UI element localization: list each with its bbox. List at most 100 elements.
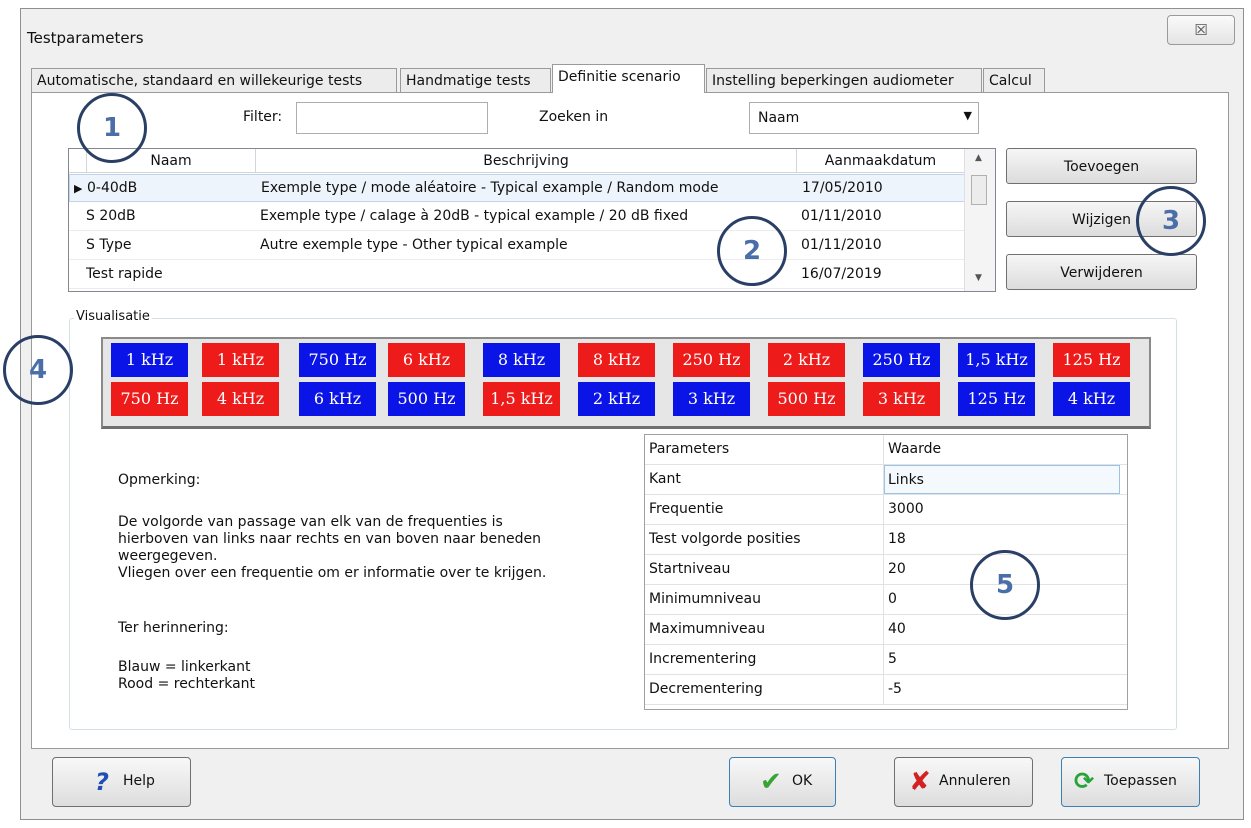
parameter-row[interactable]: Maximumniveau 40 — [645, 615, 1127, 645]
cancel-button[interactable]: ✘ Annuleren — [894, 757, 1033, 807]
note-line: Vliegen over een frequentie om er inform… — [118, 565, 547, 581]
parameter-name: Decrementering — [649, 675, 884, 704]
note-line: hierboven van links naar rechts en van b… — [118, 531, 541, 547]
frequency-cell[interactable]: 2 kHz — [768, 343, 845, 377]
frequency-cell[interactable]: 250 Hz — [673, 343, 750, 377]
row-date: 01/11/2010 — [801, 237, 882, 253]
frequency-cell[interactable]: 8 kHz — [483, 343, 560, 377]
frequency-cell[interactable]: 4 kHz — [1053, 382, 1130, 416]
frequency-cell[interactable]: 3 kHz — [863, 382, 940, 416]
frequency-cell[interactable]: 8 kHz — [578, 343, 655, 377]
frequency-cell[interactable]: 3 kHz — [673, 382, 750, 416]
table-row[interactable]: S 20dB Exemple type / calage à 20dB - ty… — [69, 203, 965, 231]
tab-automatic-tests[interactable]: Automatische, standaard en willekeurige … — [31, 68, 397, 92]
scroll-down-icon[interactable]: ▼ — [975, 273, 982, 283]
callout-marker: 1 — [77, 93, 147, 163]
frequency-cell[interactable]: 500 Hz — [768, 382, 845, 416]
row-pointer-icon: ▶ — [74, 182, 83, 195]
parameters-table: Parameters Waarde Kant Links Frequentie … — [644, 434, 1128, 710]
ok-button[interactable]: ✔ OK — [729, 757, 836, 807]
parameter-value[interactable]: 5 — [888, 645, 1124, 674]
help-label: Help — [123, 773, 155, 789]
cross-icon: ✘ — [909, 767, 931, 797]
frequency-cell[interactable]: 750 Hz — [299, 343, 376, 377]
parameter-row[interactable]: Minimumniveau 0 — [645, 585, 1127, 615]
parameter-row[interactable]: Incrementering 5 — [645, 645, 1127, 675]
parameters-header-name: Parameters — [649, 435, 884, 464]
row-description: Exemple type / mode aléatoire - Typical … — [261, 180, 719, 196]
frequency-cell[interactable]: 2 kHz — [578, 382, 655, 416]
parameter-name: Startniveau — [649, 555, 884, 584]
search-in-select[interactable]: Naam ▼ — [749, 102, 979, 134]
frequency-cell[interactable]: 4 kHz — [202, 382, 279, 416]
apply-button[interactable]: ⟳ Toepassen — [1061, 757, 1200, 807]
checkmark-icon: ✔ — [760, 767, 782, 797]
row-description: Autre exemple type - Other typical examp… — [260, 237, 568, 253]
scroll-up-icon[interactable]: ▲ — [975, 153, 982, 163]
parameter-row[interactable]: Decrementering -5 — [645, 675, 1127, 705]
row-date: 16/07/2019 — [801, 266, 882, 282]
close-icon: ☒ — [1194, 21, 1208, 39]
parameter-row[interactable]: Kant Links — [645, 465, 1127, 495]
frequency-cell[interactable]: 125 Hz — [958, 382, 1035, 416]
frequency-cell[interactable]: 1,5 kHz — [958, 343, 1035, 377]
callout-marker: 5 — [970, 550, 1040, 620]
table-row[interactable]: S Type Autre exemple type - Other typica… — [69, 232, 965, 260]
frequency-cell[interactable]: 125 Hz — [1053, 343, 1130, 377]
parameter-name: Frequentie — [649, 495, 884, 524]
parameters-header-value: Waarde — [888, 441, 942, 457]
frequency-cell[interactable]: 1 kHz — [202, 343, 279, 377]
parameter-row[interactable]: Frequentie 3000 — [645, 495, 1127, 525]
column-header-description[interactable]: Beschrijving — [256, 149, 797, 173]
tab-scenario-definition[interactable]: Definitie scenario — [552, 64, 705, 93]
window-title: Testparameters — [27, 29, 144, 47]
frequency-cell[interactable]: 6 kHz — [388, 343, 465, 377]
parameter-value[interactable]: Links — [884, 465, 1120, 494]
help-button[interactable]: ? Help — [52, 757, 191, 807]
search-in-label: Zoeken in — [539, 109, 609, 125]
parameter-row[interactable]: Test volgorde posities 18 — [645, 525, 1127, 555]
close-button[interactable]: ☒ — [1167, 15, 1235, 45]
frequency-cell[interactable]: 1,5 kHz — [483, 382, 560, 416]
row-name: Test rapide — [86, 266, 163, 282]
parameter-value[interactable]: -5 — [888, 675, 1124, 704]
chevron-down-icon: ▼ — [963, 109, 972, 122]
delete-button[interactable]: Verwijderen — [1006, 254, 1197, 290]
parameter-name: Kant — [649, 465, 884, 494]
callout-marker: 4 — [3, 335, 73, 405]
frequency-cell[interactable]: 500 Hz — [388, 382, 465, 416]
frequency-cell[interactable]: 750 Hz — [111, 382, 188, 416]
cancel-label: Annuleren — [939, 773, 1011, 789]
ok-label: OK — [792, 773, 813, 789]
row-name: S Type — [86, 237, 132, 253]
search-in-value: Naam — [758, 110, 800, 126]
filter-label: Filter: — [243, 109, 283, 125]
apply-label: Toepassen — [1104, 773, 1177, 789]
note-line: weergegeven. — [118, 548, 218, 564]
reminder-heading: Ter herinnering: — [118, 620, 229, 636]
tab-calcul[interactable]: Calcul — [983, 68, 1045, 92]
frequency-cell[interactable]: 1 kHz — [111, 343, 188, 377]
callout-marker: 2 — [717, 216, 787, 286]
tab-audiometer-limits[interactable]: Instelling beperkingen audiometer — [706, 68, 982, 92]
add-button[interactable]: Toevoegen — [1006, 148, 1197, 184]
legend-red: Rood = rechterkant — [118, 676, 256, 692]
parameter-name: Incrementering — [649, 645, 884, 674]
callout-marker: 3 — [1136, 186, 1206, 256]
frequency-cell[interactable]: 6 kHz — [299, 382, 376, 416]
frequency-cell[interactable]: 250 Hz — [863, 343, 940, 377]
table-row[interactable]: ▶ 0-40dB Exemple type / mode aléatoire -… — [69, 174, 965, 202]
tab-manual-tests[interactable]: Handmatige tests — [400, 68, 551, 92]
frequency-sequence: 1 kHz 1 kHz 750 Hz 6 kHz 8 kHz 8 kHz 250 Hz 2 k… — [101, 337, 1151, 429]
scroll-thumb[interactable] — [971, 175, 987, 205]
table-row[interactable]: Test rapide 16/07/2019 — [69, 261, 965, 289]
refresh-icon: ⟳ — [1074, 767, 1095, 795]
row-date: 17/05/2010 — [802, 180, 883, 196]
parameter-name: Test volgorde posities — [649, 525, 884, 554]
filter-input[interactable] — [296, 102, 488, 134]
table-scrollbar[interactable]: ▲ ▼ — [964, 149, 995, 291]
scenario-table: Naam Beschrijving Aanmaakdatum ▶ 0-40dB … — [68, 148, 996, 292]
parameter-value[interactable]: 3000 — [888, 495, 1124, 524]
parameter-row[interactable]: Startniveau 20 — [645, 555, 1127, 585]
column-header-date[interactable]: Aanmaakdatum — [797, 149, 965, 173]
